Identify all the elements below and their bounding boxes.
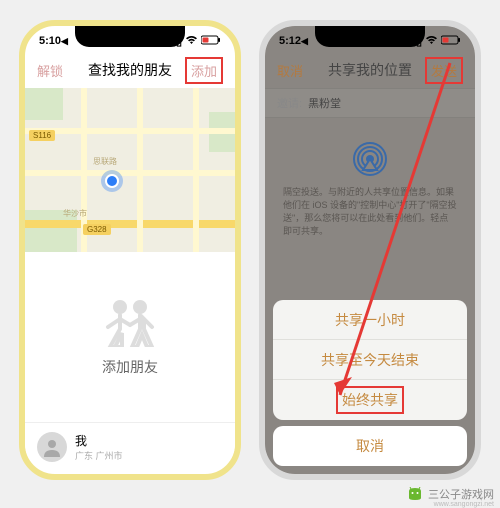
notch [315,25,425,47]
robot-icon [406,487,424,501]
header: 解锁 查找我的朋友 添加 [25,52,235,88]
invite-label: 邀请: [277,95,302,111]
avatar [37,432,67,462]
me-location: 广东 广州市 [75,449,123,462]
add-button[interactable]: 添加 [185,57,223,84]
map[interactable]: 思联路 华沙市 S116 G328 [25,88,235,252]
battery-icon [201,35,221,48]
watermark-brand: 三公子游戏网 [428,486,494,502]
wifi-icon [425,35,438,48]
empty-state: 添加朋友 [25,252,235,422]
watermark-url: www.sangongzi.net [434,501,494,508]
back-button[interactable]: 解锁 [37,61,63,80]
status-time: 5:10◀ [39,35,68,47]
hwy-badge: S116 [29,130,55,141]
cancel-button[interactable]: 取消 [277,61,303,80]
add-friend-button[interactable]: 添加朋友 [102,357,158,377]
city-label: 华沙市 [63,208,87,219]
me-label: 我 [75,432,123,449]
header: 取消 共享我的位置 发送 [265,52,475,88]
send-button[interactable]: 发送 [425,57,463,84]
sheet-cancel-button[interactable]: 取消 [273,426,467,466]
location-dot [105,174,119,188]
phone-find-friends: 5:10◀ ▮▮▮▯ 解锁 查找我的朋友 添加 [19,20,241,480]
phone-share-location: 5:12◀ ▮▮▮▯ 取消 共享我的位置 发送 邀请: 黑粉堂 [259,20,481,480]
wifi-icon [185,35,198,48]
airdrop-section: 隔空投送。与附近的人共享位置信息。如果他们在 iOS 设备的"控制中心"打开了"… [265,118,475,300]
watermark: 三公子游戏网 [406,486,494,502]
people-icon [100,297,160,347]
airdrop-icon [351,140,389,178]
hwy-badge: G328 [83,224,111,235]
battery-icon [441,35,461,48]
road-label: 思联路 [93,156,117,167]
share-until-end-of-day[interactable]: 共享至今天结束 [273,340,467,380]
share-one-hour[interactable]: 共享一小时 [273,300,467,340]
notch [75,25,185,47]
me-row[interactable]: 我 广东 广州市 [25,422,235,470]
airdrop-text: 隔空投送。与附近的人共享位置信息。如果他们在 iOS 设备的"控制中心"打开了"… [283,186,457,238]
status-time: 5:12◀ [279,35,308,47]
invite-name: 黑粉堂 [308,95,341,111]
invite-row[interactable]: 邀请: 黑粉堂 [265,88,475,118]
share-indefinitely[interactable]: 始终共享 [273,380,467,420]
action-sheet: 共享一小时 共享至今天结束 始终共享 取消 [273,300,467,466]
